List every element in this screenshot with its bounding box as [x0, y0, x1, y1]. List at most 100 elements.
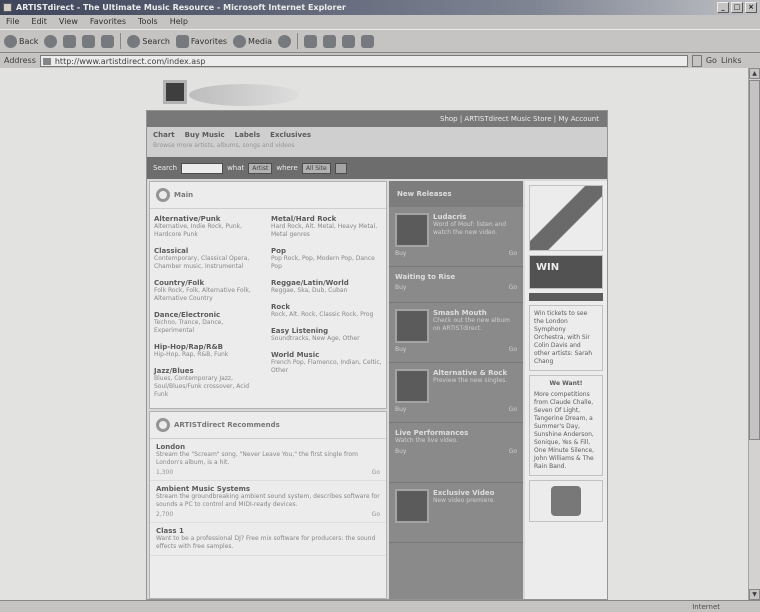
release-tile[interactable]: Waiting to Rise Buy Go — [389, 267, 523, 303]
ad-banner-win[interactable]: WIN — [529, 255, 603, 289]
nav-link-buy-music[interactable]: Buy Music — [185, 131, 225, 139]
genre-item[interactable]: Dance/Electronic Techno, Trance, Dance, E… — [154, 311, 265, 335]
toolbar-separator — [120, 33, 122, 49]
where-label: where — [276, 164, 298, 172]
promo-box[interactable]: Win tickets to see the London Symphony O… — [529, 305, 603, 371]
genre-item[interactable]: Alternative/Punk Alternative, Indie Rock,… — [154, 215, 265, 239]
forward-button[interactable] — [44, 34, 58, 48]
discuss-icon — [361, 34, 375, 48]
security-zone: Internet — [692, 603, 720, 611]
address-dropdown-icon[interactable] — [691, 54, 702, 67]
genres-right-column: Metal/Hard Rock Hard Rock, Alt. Metal, He… — [271, 215, 382, 407]
favorites-icon — [175, 34, 189, 48]
logo-mark-icon — [163, 80, 187, 104]
artist-thumbnail[interactable] — [395, 309, 429, 343]
media-button[interactable]: Media — [233, 34, 272, 48]
genre-item[interactable]: Rock Rock, Alt. Rock, Classic Rock, Prog — [271, 303, 382, 319]
genres-left-column: Alternative/Punk Alternative, Indie Rock,… — [154, 215, 265, 407]
search-icon — [127, 34, 141, 48]
window-title-bar: ARTISTdirect - The Ultimate Music Resour… — [0, 0, 760, 15]
artist-thumbnail[interactable] — [395, 369, 429, 403]
divider — [529, 293, 603, 301]
list-item[interactable]: Ambient Music Systems Stream the groundb… — [150, 481, 386, 523]
genre-item[interactable]: World Music French Pop, Flamenco, Indian,… — [271, 351, 382, 375]
edit-button[interactable] — [342, 34, 356, 48]
section-ring-icon — [156, 188, 170, 202]
vertical-scrollbar[interactable]: ▲ ▼ — [748, 68, 760, 600]
maximize-icon[interactable]: □ — [731, 2, 743, 13]
genre-item[interactable]: Easy Listening Soundtracks, New Age, Othe… — [271, 327, 382, 343]
address-input[interactable]: http://www.artistdirect.com/index.asp — [39, 54, 688, 67]
links-button[interactable]: Links — [721, 56, 742, 65]
back-arrow-icon — [4, 34, 17, 48]
ad-banner-logo[interactable] — [529, 480, 603, 522]
menu-file[interactable]: File — [6, 15, 19, 29]
genre-item[interactable]: Metal/Hard Rock Hard Rock, Alt. Metal, He… — [271, 215, 382, 239]
release-tile[interactable]: Ludacris Word of Mouf: listen and watch … — [389, 207, 523, 267]
list-item[interactable]: London Stream the "Scream" song, "Never … — [150, 439, 386, 481]
stop-button[interactable] — [63, 34, 77, 48]
print-icon — [323, 34, 337, 48]
artist-thumbnail[interactable] — [395, 213, 429, 247]
release-tile[interactable]: Alternative & Rock Preview the new singl… — [389, 363, 523, 423]
back-button[interactable]: Back — [4, 34, 38, 48]
section-ring-icon — [156, 418, 170, 432]
genre-item[interactable]: Classical Contemporary, Classical Opera, … — [154, 247, 265, 271]
go-button[interactable]: Go — [706, 56, 717, 65]
top-account-strip[interactable]: Shop | ARTISTdirect Music Store | My Acc… — [147, 111, 607, 127]
refresh-button[interactable] — [82, 34, 96, 48]
brand-logo-icon — [551, 486, 581, 516]
logo-swoosh-icon — [189, 84, 299, 106]
scroll-thumb[interactable] — [749, 80, 760, 440]
list-item[interactable]: Class 1 Want to be a professional DJ? Fr… — [150, 523, 386, 556]
nav-sub-text: Browse more artists, albums, songs and v… — [153, 142, 295, 149]
menu-tools[interactable]: Tools — [138, 15, 158, 29]
home-button[interactable] — [101, 34, 115, 48]
ad-banner-ticket[interactable] — [529, 185, 603, 251]
menu-view[interactable]: View — [59, 15, 78, 29]
minimize-icon[interactable]: _ — [717, 2, 729, 13]
ads-column: WIN Win tickets to see the London Sympho… — [525, 181, 607, 599]
search-go-button[interactable] — [334, 162, 347, 174]
site-search-input[interactable] — [181, 162, 224, 174]
release-tile[interactable]: Smash Mouth Check out the new album on A… — [389, 303, 523, 363]
artist-thumbnail[interactable] — [395, 489, 429, 523]
menu-help[interactable]: Help — [170, 15, 188, 29]
genre-item[interactable]: Country/Folk Folk Rock, Folk, Alternative… — [154, 279, 265, 303]
genre-item[interactable]: Reggae/Latin/World Reggae, Ska, Dub, Cuba… — [271, 279, 382, 295]
genre-item[interactable]: Jazz/Blues Blues, Contemporary Jazz, Soul… — [154, 367, 265, 399]
nav-link-labels[interactable]: Labels — [235, 131, 261, 139]
scroll-down-icon[interactable]: ▼ — [749, 589, 760, 600]
genre-item[interactable]: Hip-Hop/Rap/R&B Hip-Hop, Rap, R&B, Funk — [154, 343, 265, 359]
scroll-up-icon[interactable]: ▲ — [749, 68, 760, 79]
site-logo[interactable] — [163, 80, 323, 110]
release-tile[interactable]: Live Performances Watch the live video. … — [389, 423, 523, 483]
favorites-button[interactable]: Favorites — [175, 34, 227, 48]
mail-button[interactable] — [304, 34, 318, 48]
promo-box[interactable]: We Want! More competitions from Claude C… — [529, 375, 603, 476]
site-search-bar: Search what Artist where All Site — [147, 157, 607, 179]
nav-link-exclusives[interactable]: Exclusives — [270, 131, 311, 139]
close-icon[interactable]: × — [745, 2, 757, 13]
print-button[interactable] — [323, 34, 337, 48]
discuss-button[interactable] — [361, 34, 375, 48]
nav-link-chart[interactable]: Chart — [153, 131, 175, 139]
release-tile[interactable]: Exclusive Video New video premiere. — [389, 483, 523, 543]
forward-arrow-icon — [44, 34, 58, 48]
genre-item[interactable]: Pop Pop Rock, Pop, Modern Pop, Dance Pop — [271, 247, 382, 271]
menu-edit[interactable]: Edit — [31, 15, 47, 29]
new-releases-column: New Releases Ludacris Word of Mouf: list… — [389, 181, 523, 599]
where-select[interactable]: All Site — [301, 162, 331, 174]
what-select[interactable]: Artist — [248, 162, 273, 174]
history-button[interactable] — [278, 34, 292, 48]
search-button[interactable]: Search — [127, 34, 170, 48]
history-icon — [278, 34, 292, 48]
window-title: ARTISTdirect - The Ultimate Music Resour… — [16, 3, 346, 12]
go-link[interactable]: Go — [372, 511, 380, 518]
edit-icon — [342, 34, 356, 48]
toolbar-separator — [297, 33, 299, 49]
menu-favorites[interactable]: Favorites — [90, 15, 126, 29]
site-container: Shop | ARTISTdirect Music Store | My Acc… — [146, 110, 608, 600]
home-icon — [101, 34, 115, 48]
go-link[interactable]: Go — [372, 469, 380, 476]
